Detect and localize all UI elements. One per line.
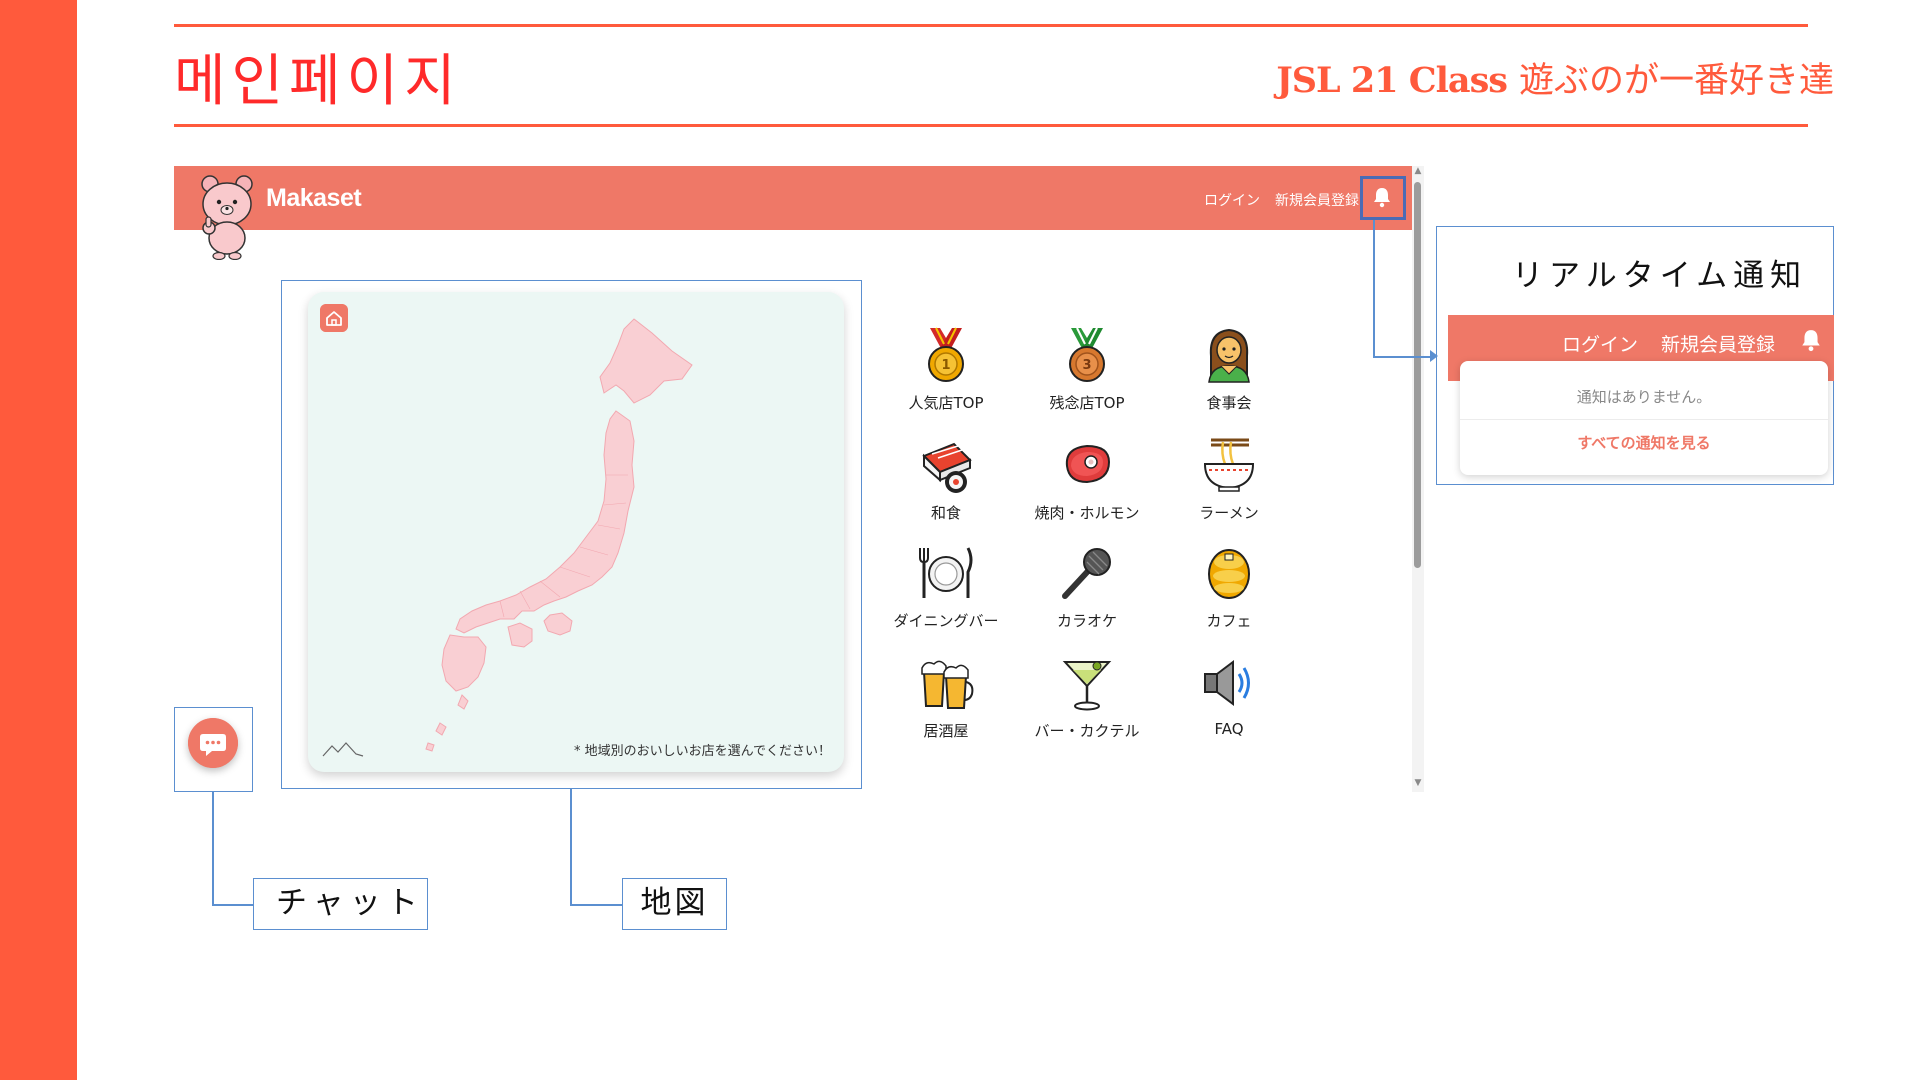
slide-subtitle: JSL 21 Class 遊ぶのが一番好き達 (1276, 52, 1834, 103)
category-dinner-party[interactable]: 食事会 (1159, 326, 1299, 413)
category-cafe[interactable]: カフェ (1159, 544, 1299, 631)
category-label: 和食 (930, 504, 961, 522)
category-karaoke[interactable]: カラオケ (1017, 544, 1157, 631)
category-label: 焼肉・ホルモン (1034, 504, 1140, 522)
category-ramen[interactable]: ラーメン (1159, 436, 1299, 523)
meat-icon (1065, 444, 1111, 484)
bear-mascot-logo[interactable] (196, 172, 258, 260)
category-label: 食事会 (1206, 394, 1252, 412)
class-name: JSL 21 Class (1276, 60, 1508, 101)
scrollbar-thumb[interactable] (1414, 182, 1421, 568)
notification-dropdown (1460, 361, 1828, 475)
ramen-icon (1203, 438, 1255, 492)
scroll-down-icon[interactable]: ▼ (1412, 778, 1424, 788)
category-izakaya[interactable]: 居酒屋 (876, 654, 1016, 741)
notification-signup-link[interactable]: 新規会員登録 (1661, 330, 1775, 357)
bell-icon[interactable] (1800, 328, 1822, 352)
notification-empty-text: 通知はありません。 (1576, 388, 1712, 406)
chat-callout-label: チャット (253, 878, 428, 930)
chat-button[interactable] (188, 718, 238, 768)
category-label: ダイニングバー (893, 612, 999, 630)
category-label: カラオケ (1056, 612, 1117, 630)
login-link[interactable]: ログイン (1204, 190, 1260, 210)
person-icon (1208, 328, 1250, 383)
bell-connector-line (1373, 356, 1435, 358)
mountain-icon (322, 742, 364, 757)
svg-text:1: 1 (941, 358, 950, 373)
svg-text:3: 3 (1082, 358, 1091, 373)
scroll-up-icon[interactable]: ▲ (1412, 166, 1424, 176)
sushi-icon (922, 442, 972, 493)
gold-medal-icon: 1 (928, 327, 964, 382)
map-connector-line (570, 904, 622, 906)
category-faq[interactable]: FAQ (1159, 654, 1299, 738)
realtime-callout-label: リアルタイム通知 (1512, 258, 1808, 294)
signup-link[interactable]: 新規会員登録 (1275, 190, 1359, 210)
speaker-icon (1204, 660, 1250, 706)
microphone-icon (1062, 548, 1111, 599)
category-japanese-food[interactable]: 和食 (876, 436, 1016, 523)
map-note: * 地域別のおいしいお店を選んでください！ (574, 744, 831, 759)
notification-divider (1460, 419, 1828, 420)
bell-connector-line (1373, 220, 1375, 356)
brand-name[interactable]: Makaset (266, 184, 362, 213)
cocktail-icon (1062, 661, 1112, 711)
category-label: 居酒屋 (923, 722, 969, 740)
map-connector-line (570, 789, 572, 904)
home-icon[interactable] (320, 304, 348, 332)
category-dining-bar[interactable]: ダイニングバー (876, 544, 1016, 631)
team-name: 遊ぶのが一番好き達 (1518, 61, 1834, 101)
dining-icon (919, 547, 973, 598)
category-label: FAQ (1214, 720, 1244, 738)
category-bar-cocktail[interactable]: バー・カクテル (1017, 654, 1157, 741)
map-callout-label: 地図 (622, 878, 727, 930)
top-rule (174, 24, 1808, 27)
bronze-medal-icon: 3 (1069, 327, 1105, 382)
left-accent-bar (0, 0, 77, 1080)
category-label: ラーメン (1199, 504, 1259, 522)
bottom-rule (174, 124, 1808, 127)
pancake-icon (1208, 549, 1250, 599)
japan-map-shape (425, 318, 693, 752)
chat-connector-line (212, 904, 254, 906)
view-all-notifications-link[interactable]: すべての通知を見る (1460, 432, 1828, 453)
category-label: カフェ (1206, 612, 1252, 630)
category-label: 人気店TOP (908, 394, 984, 412)
bell-icon[interactable] (1372, 186, 1392, 208)
chat-connector-line (212, 792, 214, 904)
category-yakiniku[interactable]: 焼肉・ホルモン (1017, 436, 1157, 523)
notification-login-link[interactable]: ログイン (1562, 330, 1638, 357)
category-label: バー・カクテル (1034, 722, 1140, 740)
category-popular-top[interactable]: 1 人気店TOP (876, 326, 1016, 413)
slide-title: 메인페이지 (174, 49, 462, 114)
category-disappointing-top[interactable]: 3 残念店TOP (1017, 326, 1157, 413)
beer-icon (921, 660, 974, 709)
category-label: 残念店TOP (1049, 394, 1125, 412)
